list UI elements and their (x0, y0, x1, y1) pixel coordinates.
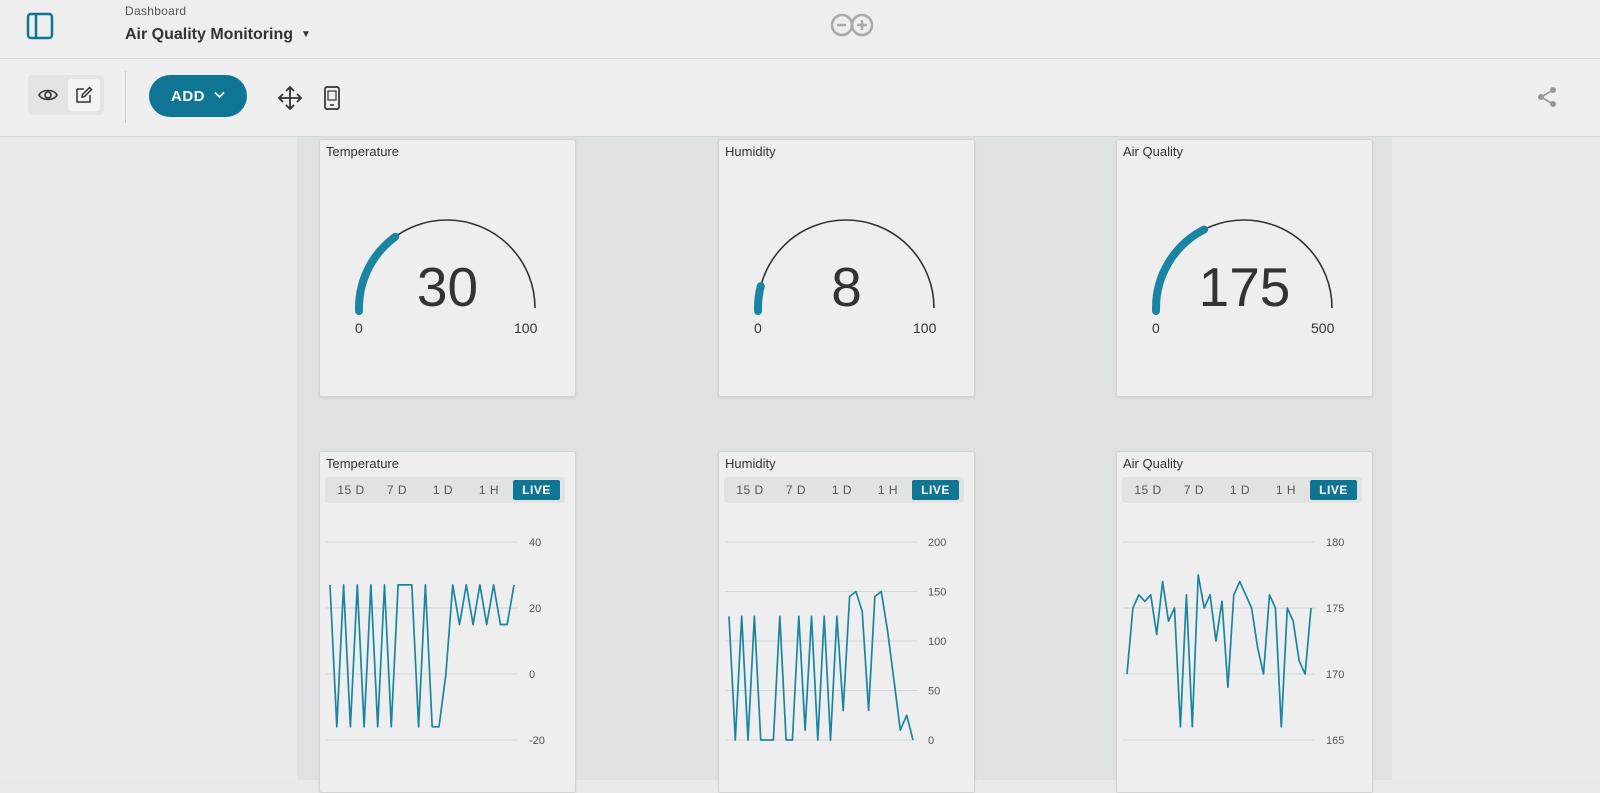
range-button-7d[interactable]: 7 D (776, 480, 816, 500)
gauge-widget-humidity[interactable]: Humidity 8 0 100 (718, 139, 975, 397)
range-button-1h[interactable]: 1 H (1266, 480, 1306, 500)
range-button-1h[interactable]: 1 H (868, 480, 908, 500)
series-line (329, 584, 515, 728)
chart-widget-humidity[interactable]: Humidity 15 D 7 D 1 D 1 H LIVE 200 150 100 50 0 (718, 451, 975, 793)
gauge-value: 8 (831, 256, 862, 318)
add-widget-button[interactable]: ADD (149, 75, 247, 117)
range-button-live[interactable]: LIVE (1310, 480, 1357, 500)
arduino-logo-icon (828, 12, 880, 38)
toolbar-divider (125, 71, 126, 123)
series-line (728, 590, 914, 741)
view-mode-button[interactable] (32, 79, 64, 111)
y-tick-label: 20 (529, 603, 541, 615)
chart-widget-air-quality[interactable]: Air Quality 15 D7 D1 D1 H LIVE 180 175 170 1… (1116, 451, 1373, 793)
side-margin-left (0, 137, 297, 780)
gauge-max-label: 500 (1311, 320, 1335, 336)
range-button-7d[interactable]: 7 D (377, 480, 417, 500)
y-tick-label: 0 (928, 735, 934, 747)
add-button-label: ADD (171, 87, 205, 105)
y-tick-label: -20 (529, 735, 545, 747)
pencil-icon (76, 86, 93, 103)
gauge-max-label: 100 (514, 320, 538, 336)
range-button-1d[interactable]: 1 D (423, 480, 463, 500)
sidebar-toggle-icon[interactable] (26, 12, 54, 40)
range-button-live[interactable]: LIVE (912, 480, 959, 500)
range-button-15d[interactable]: 15 D (331, 480, 371, 500)
gauge-value: 30 (416, 256, 479, 318)
caret-down-icon: ▼ (301, 29, 311, 40)
range-button-1h[interactable]: 1 H (469, 480, 509, 500)
gauge-value: 175 (1198, 256, 1291, 318)
line-chart: 40 20 0 -20 (326, 537, 545, 747)
y-tick-label: 170 (1326, 669, 1344, 681)
gauge-widget-temperature[interactable]: Temperature 30 0 100 (319, 139, 576, 397)
y-tick-label: 40 (529, 537, 541, 549)
time-range-selector: 15 D 7 D 1 D 1 H LIVE (1122, 477, 1362, 503)
gauge-max-label: 100 (913, 320, 937, 336)
dashboard-selector[interactable]: Air Quality Monitoring ▼ (125, 26, 311, 44)
side-margin-right (1392, 137, 1600, 780)
gauge-widget-air-quality[interactable]: Air Quality 175 0 500 (1116, 139, 1373, 397)
edit-mode-button[interactable] (68, 79, 100, 111)
range-button-15d[interactable]: 15 D (1128, 480, 1168, 500)
y-tick-label: 50 (928, 686, 940, 698)
mobile-icon[interactable] (318, 82, 346, 114)
gauge-min-label: 0 (1152, 320, 1160, 336)
widget-title: Temperature (326, 456, 399, 471)
y-tick-label: 180 (1326, 537, 1344, 549)
widget-title: Air Quality (1123, 456, 1183, 471)
chart-widget-temperature[interactable]: Temperature 15 D 7 D 1 D 1 H LIVE 40 20 0 -20 (319, 451, 576, 793)
range-button-15d[interactable]: 15 D (730, 480, 770, 500)
chevron-down-icon (214, 90, 225, 102)
gauge-min-label: 0 (754, 320, 762, 336)
y-tick-label: 0 (529, 669, 535, 681)
y-tick-label: 200 (928, 537, 946, 549)
view-edit-toggle (28, 75, 104, 115)
y-tick-label: 150 (928, 587, 946, 599)
time-range-selector: 15 D 7 D 1 D 1 H LIVE (724, 477, 964, 503)
y-tick-label: 100 (928, 636, 946, 648)
eye-icon (38, 89, 58, 101)
toolbar: ADD (0, 59, 1600, 137)
series-line (1126, 574, 1312, 728)
line-chart: 200 150 100 50 0 (725, 537, 946, 747)
time-range-selector: 15 D 7 D 1 D 1 H LIVE (325, 477, 565, 503)
y-tick-label: 165 (1326, 735, 1344, 747)
range-button-7d[interactable]: 7 D (1174, 480, 1214, 500)
gauge-min-label: 0 (355, 320, 363, 336)
range-button-1d[interactable]: 1 D (822, 480, 862, 500)
line-chart: 180 175 170 165 (1123, 537, 1344, 747)
widget-title: Humidity (725, 456, 776, 471)
range-button-1d[interactable]: 1 D (1220, 480, 1260, 500)
dashboard-title: Air Quality Monitoring (125, 26, 293, 43)
move-icon[interactable] (274, 82, 306, 114)
range-button-live[interactable]: LIVE (513, 480, 560, 500)
share-icon[interactable] (1532, 82, 1562, 112)
breadcrumb: Dashboard (125, 4, 187, 18)
top-bar: Dashboard Air Quality Monitoring ▼ (0, 0, 1600, 59)
y-tick-label: 175 (1326, 603, 1344, 615)
